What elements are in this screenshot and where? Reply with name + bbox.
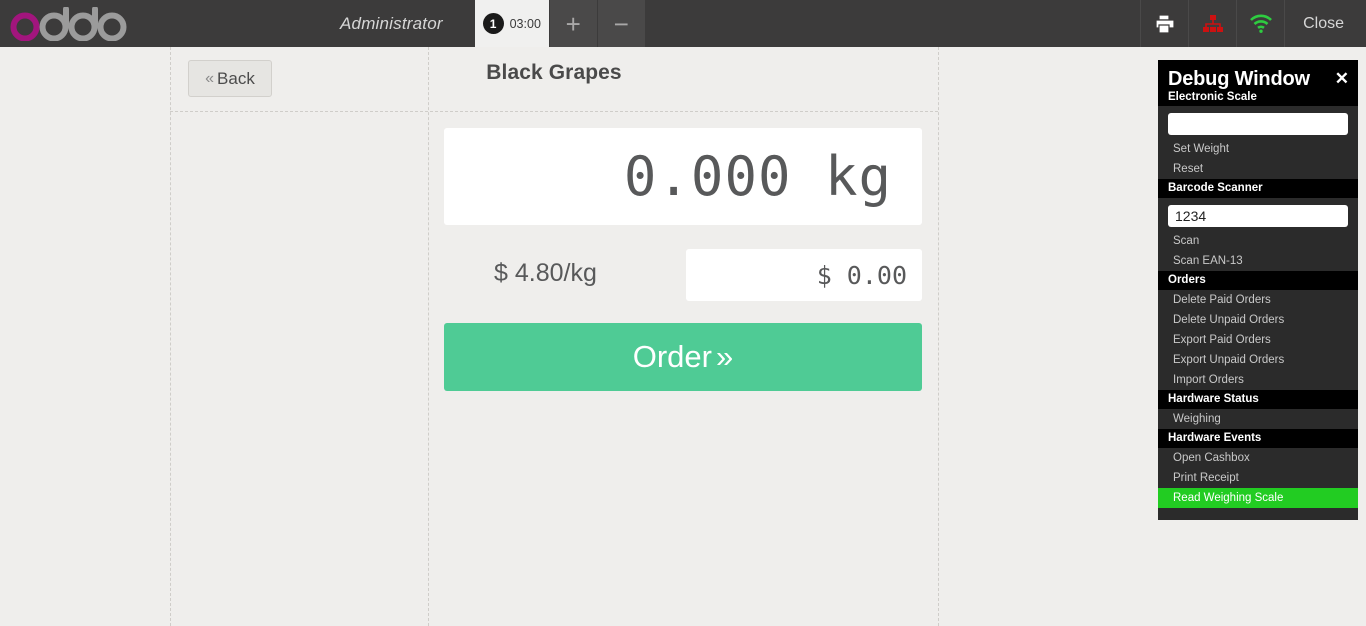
barcode-input[interactable] (1168, 205, 1348, 227)
close-icon[interactable]: ✕ (1335, 70, 1349, 87)
column-divider-middle-right (938, 47, 939, 626)
import-orders-button[interactable]: Import Orders (1158, 370, 1358, 390)
weight-value: 0.000 kg (623, 145, 892, 208)
column-divider-middle-left (428, 47, 429, 626)
username-label: Administrator (340, 13, 443, 33)
export-paid-orders-button[interactable]: Export Paid Orders (1158, 330, 1358, 350)
unit-price-label: $ 4.80/kg (494, 259, 597, 287)
order-button-label: Order (632, 339, 712, 374)
order-tab-active[interactable]: 1 03:00 (474, 0, 549, 47)
hardware-status-weighing: Weighing (1173, 413, 1221, 425)
reset-weight-button[interactable]: Reset (1158, 159, 1358, 179)
debug-window-title: Debug Window (1168, 68, 1310, 90)
wifi-icon[interactable] (1236, 0, 1284, 47)
scale-area: 0.000 kg $ 4.80/kg $ 0.00 Order » (444, 128, 922, 391)
scale-weight-input[interactable] (1168, 113, 1348, 135)
delete-paid-orders-button[interactable]: Delete Paid Orders (1158, 290, 1358, 310)
odoo-logo[interactable] (0, 0, 170, 47)
price-row: $ 4.80/kg $ 0.00 (444, 249, 922, 301)
debug-section-title-electronic-scale: Electronic Scale (1168, 91, 1348, 104)
debug-section-title-barcode-scanner: Barcode Scanner (1158, 179, 1358, 198)
scan-ean13-button[interactable]: Scan EAN-13 (1158, 251, 1358, 271)
total-price-display: $ 0.00 (686, 249, 922, 301)
header-right-group: Close (1140, 0, 1366, 47)
print-receipt-button[interactable]: Print Receipt (1158, 468, 1358, 488)
scan-button[interactable]: Scan (1158, 231, 1358, 251)
network-icon[interactable] (1188, 0, 1236, 47)
export-unpaid-orders-button[interactable]: Export Unpaid Orders (1158, 350, 1358, 370)
open-cashbox-button[interactable]: Open Cashbox (1158, 448, 1358, 468)
debug-window: Debug Window ✕ Electronic Scale Set Weig… (1158, 60, 1358, 520)
order-tabs: 1 03:00 + − (474, 0, 645, 47)
screen-title-bar: « Back Black Grapes (170, 47, 938, 112)
weight-display: 0.000 kg (444, 128, 922, 225)
chevron-right-icon: » (716, 339, 734, 374)
remove-order-button[interactable]: − (596, 0, 645, 47)
order-timer: 03:00 (509, 16, 541, 31)
top-header-bar: Administrator 1 03:00 + − Close (0, 0, 1366, 47)
delete-unpaid-orders-button[interactable]: Delete Unpaid Orders (1158, 310, 1358, 330)
debug-window-header: Debug Window ✕ Electronic Scale (1158, 60, 1358, 106)
column-divider-left (170, 47, 171, 626)
close-button[interactable]: Close (1284, 0, 1366, 47)
order-number-badge: 1 (482, 13, 504, 34)
printer-icon[interactable] (1140, 0, 1188, 47)
debug-section-title-hardware-events: Hardware Events (1158, 429, 1358, 448)
total-price-value: $ 0.00 (816, 260, 907, 290)
page-title: Black Grapes (486, 61, 622, 84)
debug-section-title-hardware-status: Hardware Status (1158, 390, 1358, 409)
order-button[interactable]: Order » (444, 323, 922, 391)
debug-section-title-orders: Orders (1158, 271, 1358, 290)
set-weight-button[interactable]: Set Weight (1158, 139, 1358, 159)
read-weighing-scale-button[interactable]: Read Weighing Scale (1158, 488, 1358, 508)
add-order-button[interactable]: + (548, 0, 597, 47)
